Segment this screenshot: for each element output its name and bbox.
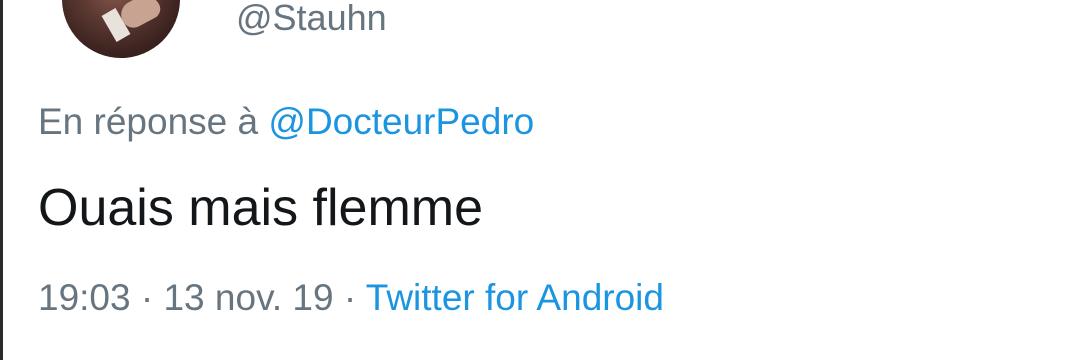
meta-separator: · [343,277,357,318]
left-edge-divider [0,0,3,360]
tweet-detail: @Stauhn En réponse à @DocteurPedro Ouais… [0,0,1080,360]
avatar[interactable] [62,0,180,58]
reply-context: En réponse à @DocteurPedro [38,100,534,144]
meta-separator: · [140,277,154,318]
tweet-text: Ouais mais flemme [38,179,483,237]
tweet-source-link[interactable]: Twitter for Android [366,277,664,318]
reply-mention-link[interactable]: @DocteurPedro [268,101,534,142]
reply-prefix: En réponse à [38,101,259,142]
tweet-metadata: 19:03 · 13 nov. 19 · Twitter for Android [38,276,664,320]
tweet-time[interactable]: 19:03 [38,277,131,318]
user-handle[interactable]: @Stauhn [236,0,387,38]
tweet-date[interactable]: 13 nov. 19 [163,277,333,318]
